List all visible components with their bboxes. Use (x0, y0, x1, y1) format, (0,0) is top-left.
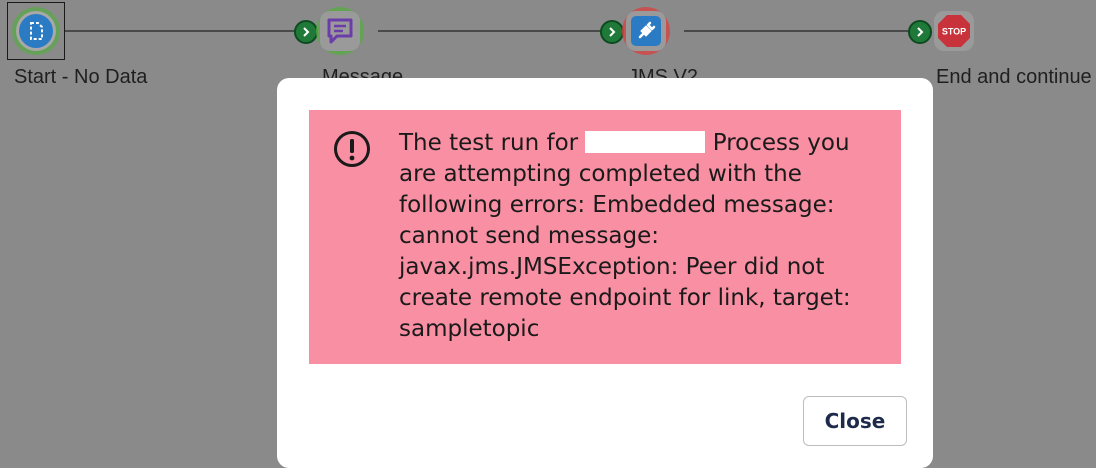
shape-label-end-clip: End and continue (936, 0, 1096, 100)
connector-line (64, 30, 296, 32)
plug-icon (631, 16, 661, 46)
chevron-right-icon (917, 27, 924, 37)
error-message: The test run for Process you are attempt… (399, 128, 877, 345)
shape-label-start: Start - No Data (14, 66, 148, 88)
exclamation-circle-icon (334, 131, 370, 167)
redacted-process-name (585, 131, 706, 153)
shape-tile (16, 11, 56, 51)
error-message-end: Process you are attempting completed wit… (399, 130, 851, 342)
jms-shape[interactable] (618, 3, 674, 59)
message-shape[interactable] (312, 3, 368, 59)
connector-line (378, 30, 602, 32)
shape-tile (320, 11, 360, 51)
shape-label-end: End and continue (936, 66, 1092, 88)
close-button[interactable]: Close (803, 396, 907, 446)
chevron-right-icon (609, 27, 616, 37)
error-dialog: The test run for Process you are attempt… (277, 78, 933, 468)
document-icon (19, 14, 53, 48)
connector-line (684, 30, 910, 32)
message-icon (327, 18, 353, 44)
start-shape[interactable] (7, 2, 65, 60)
chevron-right-icon (303, 27, 310, 37)
error-message-start: The test run for (399, 130, 586, 156)
shape-tile (626, 11, 666, 51)
error-alert: The test run for Process you are attempt… (309, 110, 901, 364)
